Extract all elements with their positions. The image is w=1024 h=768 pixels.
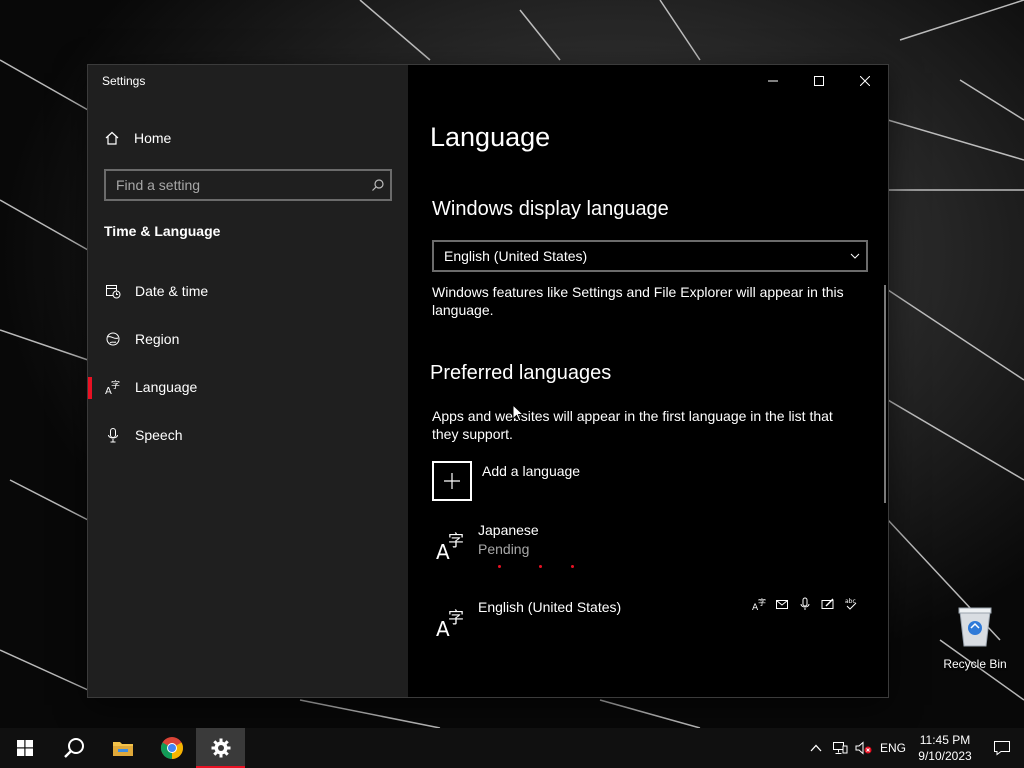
clock-date: 9/10/2023 bbox=[918, 749, 972, 763]
volume-muted-icon bbox=[855, 741, 872, 755]
globe-icon bbox=[105, 331, 121, 347]
settings-taskbar-button[interactable] bbox=[196, 728, 245, 768]
calendar-clock-icon bbox=[105, 283, 121, 299]
file-explorer-icon bbox=[112, 742, 133, 756]
search-icon bbox=[63, 738, 84, 758]
language-item-english[interactable]: A字 English (United States) A字 abc bbox=[432, 597, 868, 643]
settings-window: Settings Home Time & Language Date & tim… bbox=[88, 65, 888, 697]
maximize-button[interactable] bbox=[796, 65, 842, 97]
clock[interactable]: 11:45 PM 9/10/2023 bbox=[910, 732, 980, 764]
navigation-pane: Settings Home Time & Language Date & tim… bbox=[88, 65, 408, 697]
recycle-bin-icon bbox=[958, 607, 992, 647]
language-icon: A字 bbox=[105, 379, 121, 395]
svg-text:字: 字 bbox=[111, 379, 120, 391]
nav-item-label: Speech bbox=[135, 427, 183, 443]
content-pane: Language Windows display language Englis… bbox=[408, 65, 888, 697]
mouse-cursor-icon bbox=[512, 404, 524, 422]
show-hidden-icons-button[interactable] bbox=[804, 728, 828, 768]
home-icon bbox=[105, 131, 119, 145]
nav-item-label: Language bbox=[135, 379, 198, 395]
display-language-description: Windows features like Settings and File … bbox=[432, 284, 844, 318]
language-item-japanese[interactable]: A字 Japanese Pending bbox=[432, 522, 868, 566]
plus-icon bbox=[432, 461, 472, 501]
language-feature-icons: A字 abc bbox=[747, 595, 862, 613]
input-language-label: ENG bbox=[879, 741, 906, 755]
language-name: Japanese bbox=[478, 522, 539, 538]
chrome-icon bbox=[160, 737, 183, 759]
svg-text:abc: abc bbox=[845, 598, 856, 605]
nav-item-language[interactable]: A字 Language bbox=[88, 363, 408, 411]
chrome-button[interactable] bbox=[147, 728, 196, 768]
language-icon: A字 bbox=[436, 531, 466, 565]
scrollbar[interactable] bbox=[884, 285, 886, 503]
nav-item-speech[interactable]: Speech bbox=[88, 411, 408, 459]
system-tray: ENG 11:45 PM 9/10/2023 bbox=[804, 728, 1024, 768]
nav-item-date-time[interactable]: Date & time bbox=[88, 267, 408, 315]
nav-item-label: Date & time bbox=[135, 283, 209, 299]
add-language-label: Add a language bbox=[482, 463, 581, 479]
svg-text:字: 字 bbox=[448, 532, 464, 550]
close-button[interactable] bbox=[842, 65, 888, 97]
preferred-languages-heading: Preferred languages bbox=[430, 362, 612, 384]
start-button[interactable] bbox=[0, 728, 49, 768]
close-icon bbox=[860, 76, 870, 86]
preferred-languages-description: Apps and websites will appear in the fir… bbox=[432, 408, 833, 442]
language-name: English (United States) bbox=[478, 599, 622, 615]
search-input[interactable] bbox=[106, 171, 366, 199]
spellcheck-icon: abc bbox=[839, 595, 862, 613]
handwriting-icon bbox=[816, 595, 839, 613]
notification-icon bbox=[994, 741, 1010, 756]
nav-item-label: Region bbox=[135, 331, 180, 347]
action-center-button[interactable] bbox=[980, 728, 1024, 768]
language-icon: A字 bbox=[436, 608, 466, 642]
dropdown-value: English (United States) bbox=[444, 248, 588, 264]
chevron-down-icon bbox=[850, 253, 860, 259]
svg-text:字: 字 bbox=[758, 597, 766, 607]
window-title: Settings bbox=[102, 74, 146, 88]
nav-section-heading: Time & Language bbox=[104, 223, 221, 239]
recycle-bin[interactable]: Recycle Bin bbox=[938, 604, 1012, 671]
nav-home[interactable]: Home bbox=[104, 127, 171, 149]
input-language-indicator[interactable]: ENG bbox=[876, 728, 910, 768]
search-button[interactable] bbox=[49, 728, 98, 768]
settings-icon bbox=[211, 738, 230, 758]
caption-buttons bbox=[750, 65, 888, 97]
svg-text:字: 字 bbox=[448, 609, 464, 627]
nav-list: Date & time Region A字 Language Speech bbox=[88, 267, 408, 459]
chevron-up-icon bbox=[810, 744, 822, 752]
microphone-icon bbox=[793, 595, 816, 613]
recycle-bin-label: Recycle Bin bbox=[943, 657, 1007, 671]
search-icon[interactable] bbox=[366, 178, 390, 192]
language-status: Pending bbox=[478, 541, 530, 557]
install-progress-indicator bbox=[498, 565, 588, 571]
start-icon bbox=[16, 740, 33, 756]
taskbar: ENG 11:45 PM 9/10/2023 bbox=[0, 728, 1024, 768]
network-icon bbox=[833, 742, 848, 754]
display-language-dropdown[interactable]: English (United States) bbox=[432, 240, 868, 272]
display-language-icon: A字 bbox=[747, 595, 770, 613]
microphone-icon bbox=[105, 427, 121, 443]
volume-button[interactable] bbox=[852, 728, 876, 768]
nav-home-label: Home bbox=[134, 130, 172, 146]
minimize-button[interactable] bbox=[750, 65, 796, 97]
speech-icon bbox=[770, 595, 793, 613]
maximize-icon bbox=[814, 76, 824, 86]
search-box[interactable] bbox=[104, 169, 392, 201]
page-title: Language bbox=[430, 122, 551, 152]
network-button[interactable] bbox=[828, 728, 852, 768]
nav-item-region[interactable]: Region bbox=[88, 315, 408, 363]
add-language-button[interactable]: Add a language bbox=[432, 461, 580, 501]
clock-time: 11:45 PM bbox=[919, 733, 971, 747]
file-explorer-button[interactable] bbox=[98, 728, 147, 768]
display-language-heading: Windows display language bbox=[432, 198, 669, 220]
minimize-icon bbox=[768, 80, 778, 82]
